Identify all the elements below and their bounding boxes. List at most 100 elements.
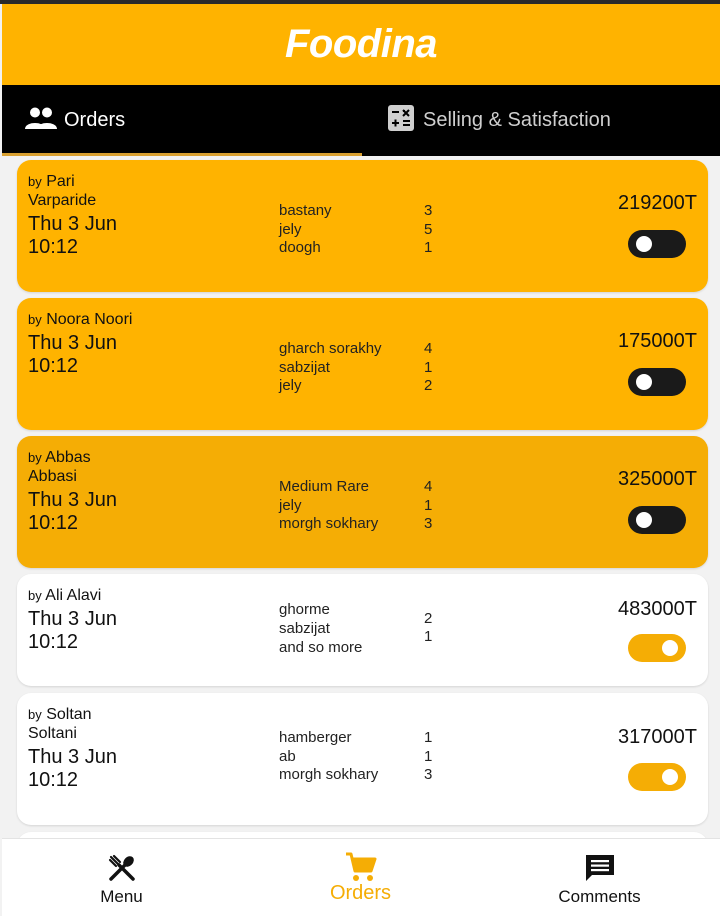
order-item: jely 2 (279, 377, 479, 396)
order-price: 317000T (618, 726, 697, 748)
order-status-toggle[interactable] (628, 506, 686, 534)
order-item: jely 5 (279, 221, 479, 240)
item-name: morgh sokhary (279, 515, 379, 532)
item-qty: 1 (424, 729, 433, 746)
nav-comments[interactable]: Comments (480, 839, 719, 916)
item-name: ghorme (279, 601, 330, 618)
by-label: by (28, 707, 42, 722)
order-date: Thu 3 Jun 10:12 (28, 332, 117, 377)
item-qty: 3 (424, 202, 433, 219)
nav-menu[interactable]: Menu (2, 839, 241, 916)
customer-name: Ali Alavi (45, 587, 102, 604)
cart-icon (345, 852, 377, 882)
customer-info: by Soltan Soltani Thu 3 Jun 10:12 (28, 705, 138, 792)
order-card[interactable]: by Soltan Soltani Thu 3 Jun 10:12 hamber… (17, 693, 708, 825)
fork-spoon-icon (107, 853, 137, 883)
item-name: jely (279, 220, 302, 238)
order-price: 483000T (618, 598, 697, 620)
order-item: morgh sokhary 3 (279, 766, 479, 785)
order-date: Thu 3 Jun 10:12 (28, 746, 117, 791)
toggle-knob (662, 769, 678, 785)
item-qty: 1 (424, 239, 433, 256)
tab-selling-label: Selling & Satisfaction (423, 109, 611, 131)
bottom-nav: Menu Orders Comments (2, 838, 720, 916)
item-qty: 5 (424, 220, 433, 238)
nav-comments-label: Comments (558, 887, 641, 906)
item-name: morgh sokhary (279, 766, 379, 783)
item-qty: 4 (424, 478, 433, 495)
order-items: gharch sorakhy 4 sabzijat 1 jely 2 (279, 340, 479, 396)
item-name: gharch sorakhy (279, 340, 382, 357)
order-status-toggle[interactable] (628, 763, 686, 791)
order-card[interactable]: by Abbas Abbasi Thu 3 Jun 10:12 Medium R… (17, 436, 708, 568)
toggle-knob (636, 512, 652, 528)
by-label: by (28, 450, 42, 465)
app-title: Foodina (284, 22, 438, 66)
item-qty: 4 (424, 340, 433, 357)
toggle-knob (636, 374, 652, 390)
calculator-icon (387, 104, 415, 137)
order-card[interactable]: by Noora Noori Thu 3 Jun 10:12 gharch so… (17, 298, 708, 430)
order-item: hamberger 1 (279, 729, 479, 748)
order-items: bastany 3 jely 5 doogh 1 (279, 202, 479, 258)
customer-name: Noora Noori (46, 311, 133, 328)
order-date: Thu 3 Jun 10:12 (28, 489, 117, 534)
by-label: by (28, 174, 42, 189)
tab-selling-satisfaction[interactable]: Selling & Satisfaction (361, 85, 720, 156)
order-items: ghorme sabzijat and so more 2 1 (279, 600, 479, 657)
toggle-knob (636, 236, 652, 252)
item-name: Medium Rare (279, 478, 370, 495)
order-item: doogh 1 (279, 239, 479, 258)
item-qty: 1 (424, 496, 433, 514)
item-qty: 1 (424, 358, 433, 376)
tab-bar: Orders Selling & Satisfaction (2, 85, 720, 156)
order-price: 219200T (618, 192, 697, 214)
order-item: gharch sorakhy 4 (279, 340, 479, 359)
app-bar: Foodina (2, 4, 720, 85)
item-qty: 3 (424, 766, 433, 783)
order-item: morgh sokhary 3 (279, 515, 479, 534)
order-card[interactable]: by Pari Varparide Thu 3 Jun 10:12 bastan… (17, 160, 708, 292)
order-date: Thu 3 Jun 10:12 (28, 213, 117, 258)
order-status-toggle[interactable] (628, 634, 686, 662)
orders-list: by Pari Varparide Thu 3 Jun 10:12 bastan… (0, 156, 720, 838)
item-name: jely (279, 377, 302, 394)
item-name: ab (279, 747, 296, 765)
item-name: sabzijat (279, 620, 330, 637)
order-item: jely 1 (279, 497, 479, 516)
order-date: Thu 3 Jun 10:12 (28, 608, 117, 653)
order-item: bastany 3 (279, 202, 479, 221)
customer-info: by Noora Noori Thu 3 Jun 10:12 (28, 310, 138, 378)
tab-orders-label: Orders (64, 109, 126, 131)
item-name: doogh (279, 239, 321, 256)
item-qty: 3 (424, 515, 433, 532)
item-name: sabzijat (279, 358, 330, 376)
order-price: 325000T (618, 468, 697, 490)
order-item: ab 1 (279, 748, 479, 767)
item-qty: 1 (424, 747, 433, 765)
customer-info: by Abbas Abbasi Thu 3 Jun 10:12 (28, 448, 138, 535)
toggle-knob (662, 640, 678, 656)
customer-info: by Pari Varparide Thu 3 Jun 10:12 (28, 172, 138, 259)
item-name: hamberger (279, 729, 352, 746)
order-item: Medium Rare 4 (279, 478, 479, 497)
item-name: bastany (279, 202, 332, 219)
nav-orders-label: Orders (329, 882, 392, 904)
item-name: and so more (279, 639, 363, 656)
by-label: by (28, 312, 42, 327)
by-label: by (28, 588, 42, 603)
item-name: jely (279, 496, 302, 514)
item-qty: 2 (424, 377, 433, 394)
nav-orders[interactable]: Orders (241, 839, 480, 916)
item-qty: 2 (424, 610, 433, 627)
order-price: 175000T (618, 330, 697, 352)
tab-orders[interactable]: Orders (2, 85, 362, 156)
order-items: hamberger 1 ab 1 morgh sokhary 3 (279, 729, 479, 785)
comment-icon (584, 853, 616, 883)
customer-info: by Ali Alavi Thu 3 Jun 10:12 (28, 586, 178, 654)
order-status-toggle[interactable] (628, 230, 686, 258)
order-item: sabzijat 1 (279, 359, 479, 378)
order-status-toggle[interactable] (628, 368, 686, 396)
order-items: Medium Rare 4 jely 1 morgh sokhary 3 (279, 478, 479, 534)
order-card[interactable]: by Ali Alavi Thu 3 Jun 10:12 ghorme sabz… (17, 574, 708, 686)
